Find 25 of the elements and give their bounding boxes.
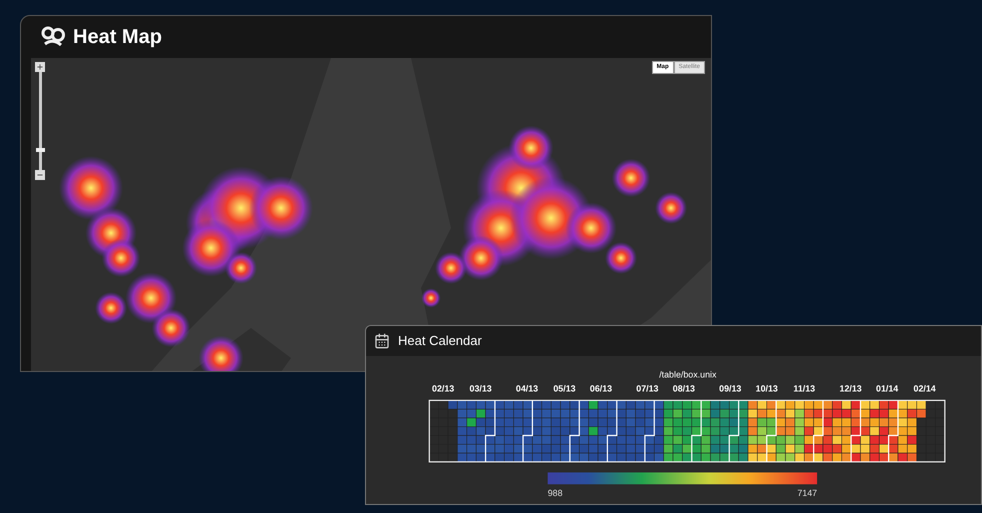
month-label: 03/13	[470, 384, 492, 394]
panel-title: Heat Calendar	[398, 332, 482, 350]
plus-icon	[36, 63, 44, 71]
zoom-out-button[interactable]	[35, 170, 45, 180]
month-label: 07/13	[636, 384, 658, 394]
month-label: 09/13	[719, 384, 742, 394]
zoom-thumb[interactable]	[36, 148, 44, 152]
month-label: 04/13	[516, 384, 538, 394]
window-title: Heat Map	[73, 25, 162, 50]
month-label: 06/13	[590, 384, 612, 394]
legend-max-label: 7147	[797, 488, 818, 498]
month-label: 11/13	[793, 384, 816, 394]
month-label: 12/13	[840, 384, 862, 394]
calendar-icon	[374, 333, 390, 349]
month-label: 10/13	[756, 384, 778, 394]
legend-min-label: 988	[548, 488, 563, 498]
month-label: 02/14	[914, 384, 936, 394]
calendar-subtitle: /table/box.unix	[659, 370, 716, 380]
month-label: 01/14	[876, 384, 898, 394]
logo-icon	[41, 26, 65, 48]
month-label: 05/13	[553, 384, 576, 394]
zoom-in-button[interactable]	[35, 62, 45, 72]
month-label: 08/13	[672, 384, 695, 394]
zoom-slider[interactable]	[35, 62, 45, 180]
month-label: 02/13	[432, 384, 454, 394]
